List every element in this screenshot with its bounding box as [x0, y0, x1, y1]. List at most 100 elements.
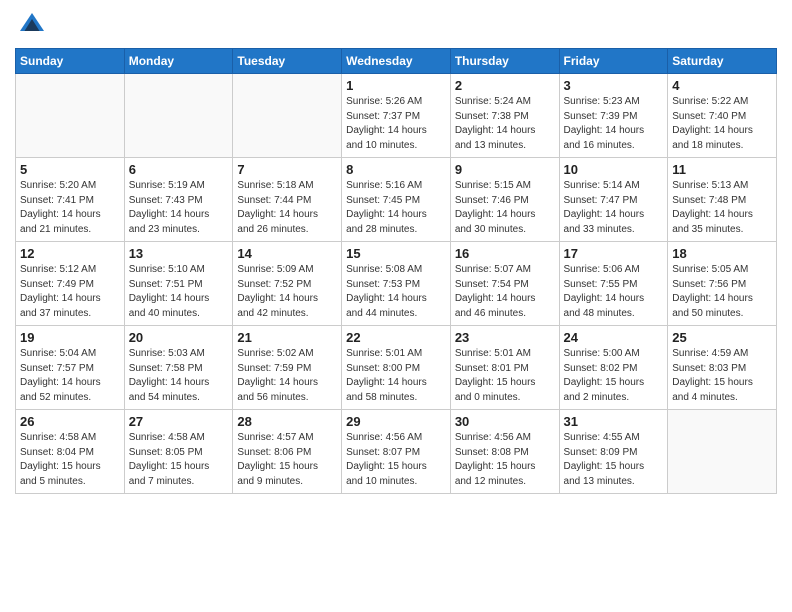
weekday-header-tuesday: Tuesday	[233, 49, 342, 74]
calendar-cell: 8Sunrise: 5:16 AM Sunset: 7:45 PM Daylig…	[342, 158, 451, 242]
calendar-cell: 5 Sunrise: 5:20 AM Sunset: 7:41 PM Daylig…	[16, 158, 125, 242]
calendar-cell: 9 Sunrise: 5:15 AM Sunset: 7:46 PM Daylig…	[450, 158, 559, 242]
day-info: Sunrise: 5:12 AM Sunset: 7:49 PM Dayligh…	[20, 263, 120, 321]
day-number: 13	[129, 246, 229, 261]
day-number: 29	[346, 414, 446, 429]
calendar-cell: 20 Sunrise: 5:03 AM Sunset: 7:58 PM Dayli…	[124, 326, 233, 410]
calendar-cell: 3 Sunrise: 5:23 AM Sunset: 7:39 PM Daylig…	[559, 74, 668, 158]
day-info: Sunrise: 5:06 AM Sunset: 7:55 PM Dayligh…	[564, 263, 664, 321]
day-info: Sunrise: 5:19 AM Sunset: 7:43 PM Dayligh…	[129, 179, 229, 237]
day-number: 22	[346, 330, 446, 345]
day-info: Sunrise: 5:08 AM Sunset: 7:53 PM Dayligh…	[346, 263, 446, 321]
day-info: Sunrise: 5:13 AM Sunset: 7:48 PM Dayligh…	[672, 179, 772, 237]
day-info: Sunrise: 5:01 AM Sunset: 8:01 PM Dayligh…	[455, 347, 555, 405]
calendar-cell: 17 Sunrise: 5:06 AM Sunset: 7:55 PM Dayli…	[559, 242, 668, 326]
calendar-cell: 12Sunrise: 5:12 AM Sunset: 7:49 PM Dayli…	[16, 242, 125, 326]
calendar-cell: 16 Sunrise: 5:07 AM Sunset: 7:54 PM Dayli…	[450, 242, 559, 326]
day-info: Sunrise: 5:04 AM Sunset: 7:57 PM Dayligh…	[20, 347, 120, 405]
calendar-cell: 2 Sunrise: 5:24 AM Sunset: 7:38 PM Daylig…	[450, 74, 559, 158]
day-number: 9	[455, 162, 555, 177]
week-row-2: 12Sunrise: 5:12 AM Sunset: 7:49 PM Dayli…	[16, 242, 777, 326]
day-info: Sunrise: 5:10 AM Sunset: 7:51 PM Dayligh…	[129, 263, 229, 321]
week-row-0: 1 Sunrise: 5:26 AM Sunset: 7:37 PM Daylig…	[16, 74, 777, 158]
day-number: 26	[20, 414, 120, 429]
day-number: 21	[237, 330, 337, 345]
calendar-cell: 4 Sunrise: 5:22 AM Sunset: 7:40 PM Daylig…	[668, 74, 777, 158]
day-number: 3	[564, 78, 664, 93]
day-info: Sunrise: 4:58 AM Sunset: 8:05 PM Dayligh…	[129, 431, 229, 489]
weekday-header-row: SundayMondayTuesdayWednesdayThursdayFrid…	[16, 49, 777, 74]
day-info: Sunrise: 5:01 AM Sunset: 8:00 PM Dayligh…	[346, 347, 446, 405]
logo	[15, 10, 52, 40]
calendar-cell: 1 Sunrise: 5:26 AM Sunset: 7:37 PM Daylig…	[342, 74, 451, 158]
calendar-cell: 28Sunrise: 4:57 AM Sunset: 8:06 PM Dayli…	[233, 410, 342, 494]
day-number: 6	[129, 162, 229, 177]
calendar-cell: 18 Sunrise: 5:05 AM Sunset: 7:56 PM Dayli…	[668, 242, 777, 326]
day-info: Sunrise: 5:23 AM Sunset: 7:39 PM Dayligh…	[564, 95, 664, 153]
day-number: 15	[346, 246, 446, 261]
day-number: 27	[129, 414, 229, 429]
day-info: Sunrise: 5:15 AM Sunset: 7:46 PM Dayligh…	[455, 179, 555, 237]
day-info: Sunrise: 5:03 AM Sunset: 7:58 PM Dayligh…	[129, 347, 229, 405]
day-info: Sunrise: 5:02 AM Sunset: 7:59 PM Dayligh…	[237, 347, 337, 405]
day-number: 11	[672, 162, 772, 177]
calendar-cell: 21 Sunrise: 5:02 AM Sunset: 7:59 PM Dayli…	[233, 326, 342, 410]
calendar-cell: 25 Sunrise: 4:59 AM Sunset: 8:03 PM Dayli…	[668, 326, 777, 410]
day-number: 14	[237, 246, 337, 261]
calendar-cell: 27 Sunrise: 4:58 AM Sunset: 8:05 PM Dayli…	[124, 410, 233, 494]
calendar-cell: 6 Sunrise: 5:19 AM Sunset: 7:43 PM Daylig…	[124, 158, 233, 242]
weekday-header-wednesday: Wednesday	[342, 49, 451, 74]
day-number: 31	[564, 414, 664, 429]
day-number: 7	[237, 162, 337, 177]
day-number: 5	[20, 162, 120, 177]
day-number: 30	[455, 414, 555, 429]
weekday-header-monday: Monday	[124, 49, 233, 74]
calendar-cell: 14Sunrise: 5:09 AM Sunset: 7:52 PM Dayli…	[233, 242, 342, 326]
logo-icon	[17, 10, 47, 40]
calendar-cell: 24Sunrise: 5:00 AM Sunset: 8:02 PM Dayli…	[559, 326, 668, 410]
calendar-cell: 7 Sunrise: 5:18 AM Sunset: 7:44 PM Daylig…	[233, 158, 342, 242]
day-number: 16	[455, 246, 555, 261]
calendar-cell: 19Sunrise: 5:04 AM Sunset: 7:57 PM Dayli…	[16, 326, 125, 410]
day-info: Sunrise: 4:58 AM Sunset: 8:04 PM Dayligh…	[20, 431, 120, 489]
day-number: 18	[672, 246, 772, 261]
day-number: 4	[672, 78, 772, 93]
day-number: 24	[564, 330, 664, 345]
header	[15, 10, 777, 40]
day-number: 10	[564, 162, 664, 177]
day-info: Sunrise: 5:18 AM Sunset: 7:44 PM Dayligh…	[237, 179, 337, 237]
day-info: Sunrise: 4:57 AM Sunset: 8:06 PM Dayligh…	[237, 431, 337, 489]
day-info: Sunrise: 5:24 AM Sunset: 7:38 PM Dayligh…	[455, 95, 555, 153]
calendar-cell: 23Sunrise: 5:01 AM Sunset: 8:01 PM Dayli…	[450, 326, 559, 410]
calendar-cell: 22 Sunrise: 5:01 AM Sunset: 8:00 PM Dayli…	[342, 326, 451, 410]
day-number: 8	[346, 162, 446, 177]
weekday-header-saturday: Saturday	[668, 49, 777, 74]
day-number: 1	[346, 78, 446, 93]
week-row-1: 5 Sunrise: 5:20 AM Sunset: 7:41 PM Daylig…	[16, 158, 777, 242]
calendar-cell: 15 Sunrise: 5:08 AM Sunset: 7:53 PM Dayli…	[342, 242, 451, 326]
day-info: Sunrise: 5:26 AM Sunset: 7:37 PM Dayligh…	[346, 95, 446, 153]
week-row-4: 26 Sunrise: 4:58 AM Sunset: 8:04 PM Dayli…	[16, 410, 777, 494]
calendar-cell	[668, 410, 777, 494]
day-number: 20	[129, 330, 229, 345]
weekday-header-friday: Friday	[559, 49, 668, 74]
day-info: Sunrise: 5:07 AM Sunset: 7:54 PM Dayligh…	[455, 263, 555, 321]
day-info: Sunrise: 4:59 AM Sunset: 8:03 PM Dayligh…	[672, 347, 772, 405]
day-info: Sunrise: 5:22 AM Sunset: 7:40 PM Dayligh…	[672, 95, 772, 153]
calendar-cell: 31 Sunrise: 4:55 AM Sunset: 8:09 PM Dayli…	[559, 410, 668, 494]
day-info: Sunrise: 5:05 AM Sunset: 7:56 PM Dayligh…	[672, 263, 772, 321]
week-row-3: 19Sunrise: 5:04 AM Sunset: 7:57 PM Dayli…	[16, 326, 777, 410]
day-info: Sunrise: 4:55 AM Sunset: 8:09 PM Dayligh…	[564, 431, 664, 489]
day-info: Sunrise: 5:14 AM Sunset: 7:47 PM Dayligh…	[564, 179, 664, 237]
day-number: 25	[672, 330, 772, 345]
calendar-cell: 13 Sunrise: 5:10 AM Sunset: 7:51 PM Dayli…	[124, 242, 233, 326]
day-number: 2	[455, 78, 555, 93]
calendar-cell: 26 Sunrise: 4:58 AM Sunset: 8:04 PM Dayli…	[16, 410, 125, 494]
day-info: Sunrise: 5:20 AM Sunset: 7:41 PM Dayligh…	[20, 179, 120, 237]
calendar-cell: 10 Sunrise: 5:14 AM Sunset: 7:47 PM Dayli…	[559, 158, 668, 242]
calendar-cell: 29 Sunrise: 4:56 AM Sunset: 8:07 PM Dayli…	[342, 410, 451, 494]
page: SundayMondayTuesdayWednesdayThursdayFrid…	[0, 0, 792, 612]
day-info: Sunrise: 4:56 AM Sunset: 8:07 PM Dayligh…	[346, 431, 446, 489]
weekday-header-sunday: Sunday	[16, 49, 125, 74]
day-number: 17	[564, 246, 664, 261]
